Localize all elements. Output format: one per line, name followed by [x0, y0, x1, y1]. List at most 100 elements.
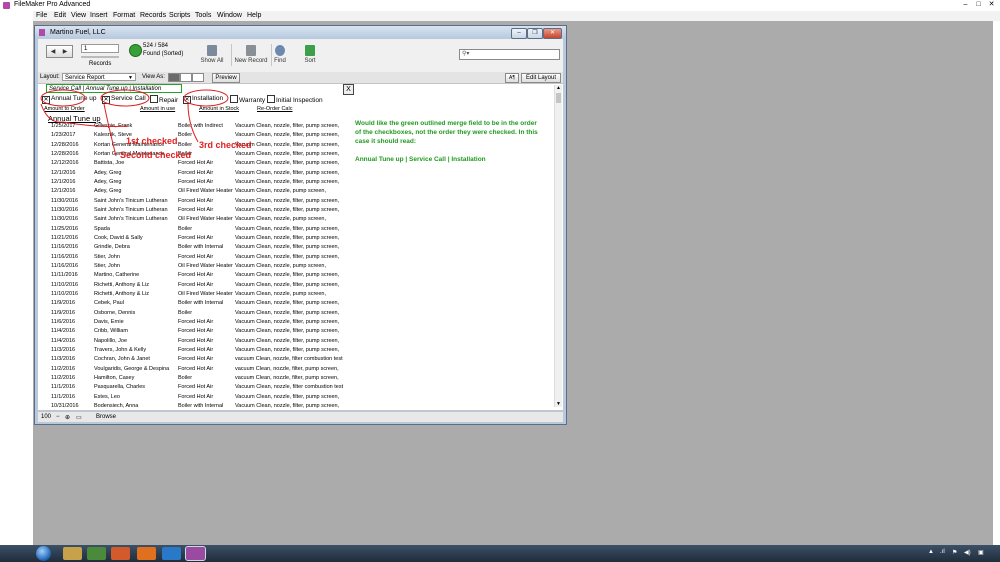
window-restore-button[interactable]: ❐ [527, 28, 543, 39]
zoom-out-icon[interactable]: − [56, 414, 60, 420]
table-row[interactable]: 11/16/2016 Grindle, Debra Boiler with Inte… [38, 243, 358, 252]
arrow-third [187, 103, 199, 143]
minimize-icon[interactable]: – [961, 1, 970, 9]
toggle-bars-icon[interactable]: ▭ [76, 414, 82, 421]
menu-scripts[interactable]: Scripts [169, 12, 190, 19]
table-row[interactable]: 11/4/2016 Napolillo, Joe Forced Hot Air Vac… [38, 337, 358, 346]
filemaker-icon [3, 2, 10, 9]
preview-button[interactable]: Preview [212, 73, 240, 83]
table-row[interactable]: 11/1/2016 Pasquarella, Charles Forced Hot … [38, 383, 358, 392]
table-row[interactable]: 11/30/2016 Saint John's Tinicum Lutheran O… [38, 215, 358, 224]
next-record-icon[interactable]: ▶ [59, 48, 71, 55]
menu-insert[interactable]: Insert [90, 12, 108, 19]
row-equipment: Oil Fired Water Heater [178, 216, 233, 223]
table-row[interactable]: 11/10/2016 Richetti, Anthony & Liz Forced … [38, 281, 358, 290]
row-date: 11/2/2016 [51, 374, 76, 381]
row-service: Vacuum Clean, nozzle, pump screen, [235, 262, 326, 269]
record-nav-book[interactable]: ◀ ▶ [46, 45, 73, 58]
table-view-button[interactable] [192, 73, 204, 82]
vertical-scrollbar[interactable]: ▲ ▼ [554, 85, 562, 407]
row-service: Vacuum Clean, nozzle, filter, pump scree… [235, 393, 340, 400]
list-view-button[interactable] [180, 73, 192, 82]
table-row[interactable]: 11/21/2016 Cook, David & Sally Forced Hot … [38, 234, 358, 243]
row-date: 11/30/2016 [51, 216, 79, 223]
table-row[interactable]: 11/9/2016 Osborne, Dennis Boiler Vacuum Cle… [38, 309, 358, 318]
menu-edit[interactable]: Edit [54, 12, 66, 19]
table-row[interactable]: 11/3/2016 Travers, John & Kelly Forced Hot… [38, 346, 358, 355]
prev-record-icon[interactable]: ◀ [47, 48, 59, 55]
row-date: 11/6/2016 [51, 318, 76, 325]
table-row[interactable]: 11/2/2016 Hamilton, Casey Boiler vacuum Cle… [38, 374, 358, 383]
menu-view[interactable]: View [71, 12, 86, 19]
tray-arrow-icon[interactable]: ▲ [928, 549, 934, 555]
firefox-taskbar-icon[interactable] [137, 547, 156, 560]
maximize-icon[interactable]: □ [974, 1, 983, 9]
zoom-level[interactable]: 100 [41, 414, 51, 420]
table-row[interactable]: 11/16/2016 Stier, John Forced Hot Air Vacuu… [38, 253, 358, 262]
new-record-button[interactable]: New Record [233, 41, 269, 71]
table-row[interactable]: 11/6/2016 Davis, Ernie Forced Hot Air Vacuu… [38, 318, 358, 327]
row-customer: Spada [94, 225, 110, 232]
table-row[interactable]: 11/30/2016 Saint John's Tinicum Lutheran F… [38, 206, 358, 215]
ie-taskbar-icon[interactable] [162, 547, 181, 560]
zoom-in-icon[interactable]: ⊕ [65, 414, 70, 421]
volume-icon[interactable]: ◀) [964, 549, 971, 556]
row-equipment: Oil Fired Water Heater [178, 188, 233, 195]
scroll-thumb[interactable] [556, 93, 561, 103]
explorer-taskbar-icon[interactable] [63, 547, 82, 560]
table-row[interactable]: 11/4/2016 Cribb, William Forced Hot Air Vac… [38, 327, 358, 336]
table-row[interactable]: 11/2/2016 Voulgaridis, George & Despina Fo… [38, 365, 358, 374]
window-minimize-button[interactable]: – [511, 28, 527, 39]
layout-select[interactable]: Service Report ▼ [62, 73, 136, 81]
filemaker-taskbar-icon[interactable] [185, 546, 206, 561]
table-row[interactable]: 11/30/2016 Saint John's Tinicum Lutheran F… [38, 197, 358, 206]
annotation-marks [40, 89, 229, 157]
table-row[interactable]: 12/1/2016 Adey, Greg Forced Hot Air Vacuum … [38, 178, 358, 187]
quick-find-input[interactable]: ⚲▾ [459, 49, 560, 60]
table-row[interactable]: 11/3/2016 Cochran, John & Janet Forced Hot… [38, 355, 358, 364]
menu-file[interactable]: File [36, 12, 47, 19]
signal-icon[interactable]: .ıl [940, 549, 945, 555]
row-equipment: Forced Hot Air [178, 356, 214, 363]
layout-bar: Layout: Service Report ▼ View As: Previe… [38, 72, 563, 84]
row-date: 11/10/2016 [51, 281, 79, 288]
row-customer: Stier, John [94, 262, 120, 269]
window-close-button[interactable]: ✕ [543, 28, 562, 39]
sort-button[interactable]: Sort [297, 41, 323, 71]
edit-layout-button[interactable]: Edit Layout [521, 73, 561, 83]
table-row[interactable]: 12/1/2016 Adey, Greg Oil Fired Water Heate… [38, 187, 358, 196]
show-all-button[interactable]: Show All [195, 41, 229, 71]
menu-help[interactable]: Help [247, 12, 261, 19]
table-row[interactable]: 11/9/2016 Cebek, Paul Boiler with Internal… [38, 299, 358, 308]
record-number-field[interactable]: 1 [81, 44, 119, 53]
menu-window[interactable]: Window [217, 12, 242, 19]
network-icon[interactable]: ▣ [978, 549, 984, 556]
find-button[interactable]: Find [268, 41, 292, 71]
table-row[interactable]: 11/1/2016 Estes, Leo Forced Hot Air Vacuum … [38, 393, 358, 402]
record-slider[interactable] [81, 56, 119, 58]
form-view-button[interactable] [168, 73, 180, 82]
flag-icon[interactable]: ⚑ [952, 549, 957, 556]
app-taskbar-icon[interactable] [87, 547, 106, 560]
scroll-up-icon[interactable]: ▲ [555, 85, 562, 91]
start-orb-icon[interactable] [36, 546, 51, 561]
view-as-label: View As: [142, 74, 165, 80]
chrome-taskbar-icon[interactable] [111, 547, 130, 560]
row-date: 11/1/2016 [51, 393, 76, 400]
row-service: Vacuum Clean, nozzle, filter, pump scree… [235, 197, 340, 204]
table-row[interactable]: 11/16/2016 Stier, John Oil Fired Water Hea… [38, 262, 358, 271]
table-row[interactable]: 12/1/2016 Adey, Greg Forced Hot Air Vacuum … [38, 169, 358, 178]
table-row[interactable]: 10/31/2016 Bodensiech, Anna Boiler with In… [38, 402, 358, 410]
close-icon[interactable]: ✕ [987, 1, 996, 9]
menu-format[interactable]: Format [113, 12, 135, 19]
table-row[interactable]: 11/10/2016 Richetti, Anthony & Liz Oil Fir… [38, 290, 358, 299]
menu-tools[interactable]: Tools [195, 12, 211, 19]
table-row[interactable]: 11/25/2016 Spada Boiler Vacuum Clean, nozzl… [38, 225, 358, 234]
menu-records[interactable]: Records [140, 12, 166, 19]
table-row[interactable]: 11/11/2016 Martino, Catherine Forced Hot A… [38, 271, 358, 280]
formatting-bar-button[interactable]: A¶ [505, 73, 519, 83]
scroll-down-icon[interactable]: ▼ [555, 401, 562, 407]
row-service: Vacuum Clean, nozzle, filter, pump scree… [235, 225, 340, 232]
show-all-icon [207, 45, 217, 56]
new-record-icon [246, 45, 256, 56]
